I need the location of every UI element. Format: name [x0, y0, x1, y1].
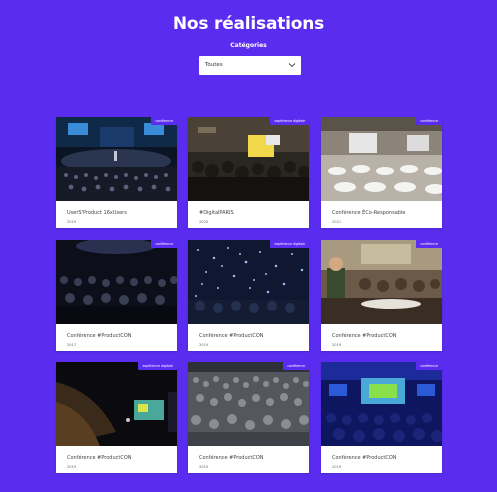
- card-year: 2021: [332, 220, 342, 224]
- project-card[interactable]: conférence Conférence #ProductCON 2019: [188, 362, 309, 473]
- card-title: #DigitalPARIS: [199, 210, 234, 216]
- card-title: Conférence #ProductCON: [199, 455, 264, 461]
- project-card[interactable]: expérience digitale #DigitalPARIS 2020: [188, 117, 309, 228]
- project-image: [188, 117, 309, 201]
- card-year: 2017: [67, 343, 77, 347]
- project-card[interactable]: conférence Conférence ÉCo-Responsable 20…: [321, 117, 442, 228]
- category-select[interactable]: Toutes: [199, 56, 301, 75]
- card-title: UserS'Product 16xUsers: [67, 210, 127, 216]
- project-image: [321, 240, 442, 324]
- project-card[interactable]: conférence Conférence #ProductCON 2019: [321, 240, 442, 351]
- card-year: 2019: [199, 343, 209, 347]
- card-year: 2019: [67, 220, 77, 224]
- project-image: [56, 362, 177, 446]
- card-year: 2019: [199, 465, 209, 469]
- card-year: 2019: [332, 343, 342, 347]
- category-select-value: Toutes: [205, 62, 223, 68]
- category-badge: conférence: [416, 362, 442, 370]
- project-image: [188, 362, 309, 446]
- project-card[interactable]: conférence Conférence #ProductCON 2019: [321, 362, 442, 473]
- category-badge: conférence: [416, 240, 442, 248]
- project-image: [321, 362, 442, 446]
- category-badge: conférence: [416, 117, 442, 125]
- card-title: Conférence #ProductCON: [199, 333, 264, 339]
- category-badge: expérience digitale: [270, 240, 309, 248]
- category-badge: conférence: [283, 362, 309, 370]
- project-card[interactable]: expérience digitale Conférence #ProductC…: [188, 240, 309, 351]
- project-card[interactable]: conférence UserS'Product 16xUsers 2019: [56, 117, 177, 228]
- project-image: [188, 240, 309, 324]
- card-year: 2019: [67, 465, 77, 469]
- card-year: 2019: [332, 465, 342, 469]
- category-badge: conférence: [151, 117, 177, 125]
- page-title: Nos réalisations: [172, 14, 325, 34]
- project-image: [56, 240, 177, 324]
- category-badge: expérience digitale: [270, 117, 309, 125]
- project-card[interactable]: conférence Conférence #ProductCON 2017: [56, 240, 177, 351]
- project-card[interactable]: expérience digitale Conférence #ProductC…: [56, 362, 177, 473]
- category-filter-label: Catégories: [230, 42, 267, 49]
- category-badge: conférence: [151, 240, 177, 248]
- project-image: [56, 117, 177, 201]
- card-title: Conférence #ProductCON: [332, 333, 397, 339]
- category-badge: expérience digitale: [138, 362, 177, 370]
- card-title: Conférence #ProductCON: [332, 455, 397, 461]
- card-title: Conférence #ProductCON: [67, 455, 132, 461]
- card-title: Conférence #ProductCON: [67, 333, 132, 339]
- card-title: Conférence ÉCo-Responsable: [332, 210, 406, 216]
- chevron-down-icon: [288, 63, 296, 68]
- card-year: 2020: [199, 220, 209, 224]
- project-image: [321, 117, 442, 201]
